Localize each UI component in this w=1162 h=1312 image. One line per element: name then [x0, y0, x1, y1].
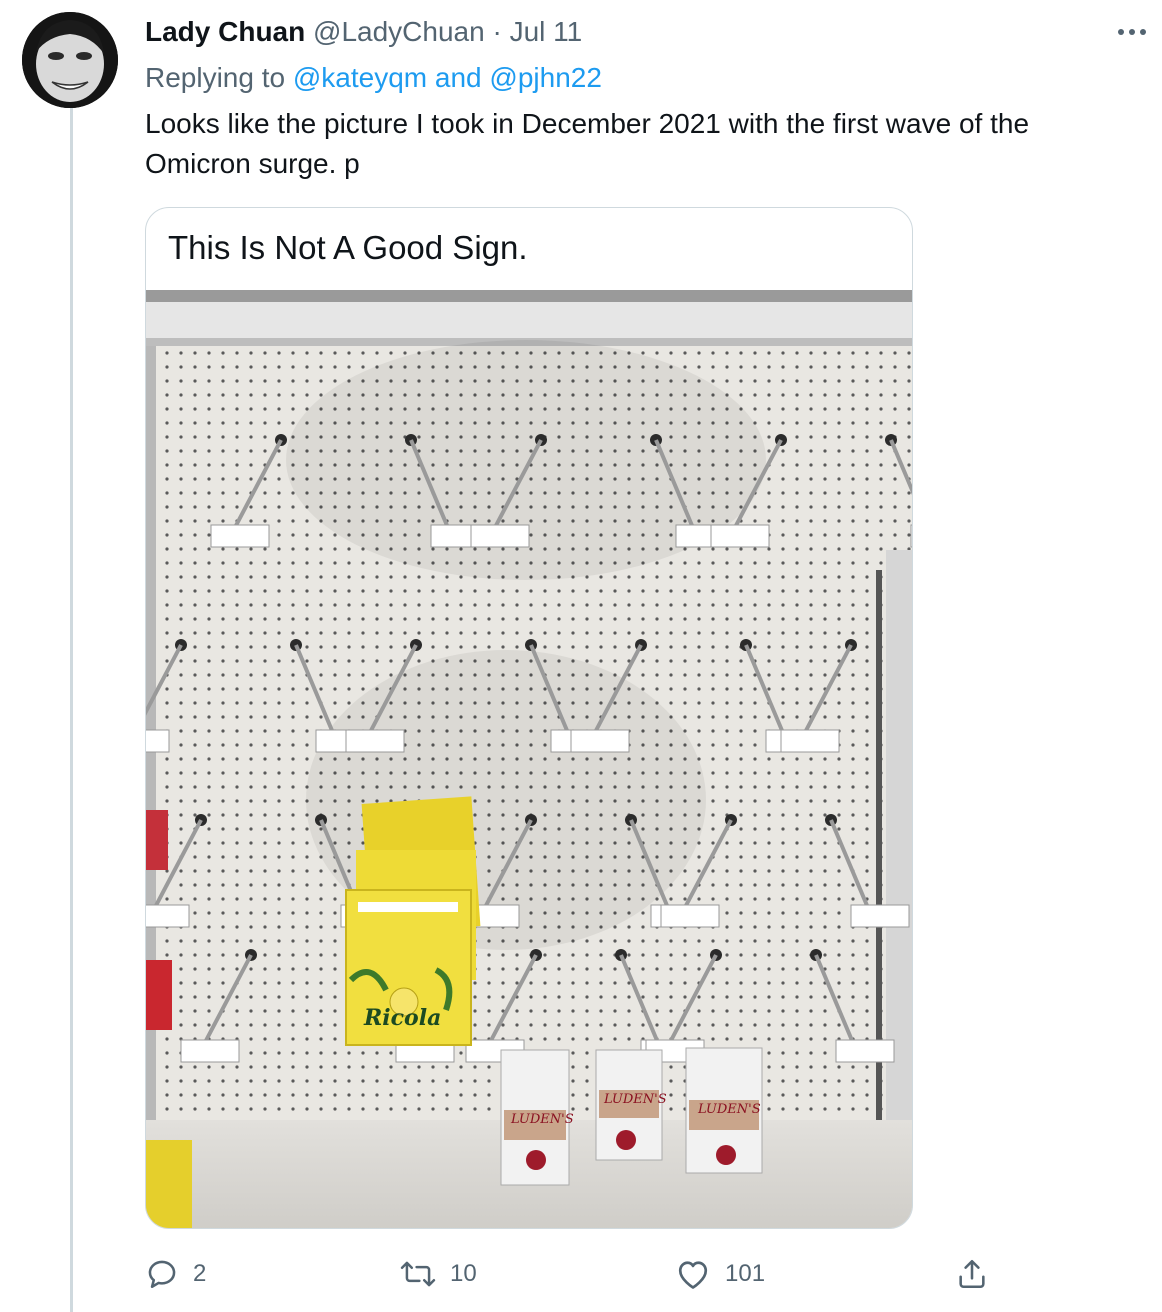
reply-count: 2: [193, 1260, 207, 1287]
reply-icon: [148, 1260, 176, 1289]
price-tag: [780, 729, 840, 753]
tweet-actions: 2 10 101: [145, 1252, 1005, 1296]
separator-dot: ·: [492, 16, 502, 47]
price-tag: [180, 1039, 240, 1063]
ludens-label: LUDEN'S: [511, 1112, 574, 1127]
share-icon: [959, 1259, 985, 1289]
heart-icon: [678, 1261, 708, 1289]
retweet-count: 10: [450, 1260, 477, 1287]
ricola-label: Ricola: [364, 1005, 442, 1031]
replying-prefix: Replying to: [145, 62, 286, 93]
like-button[interactable]: 101: [675, 1252, 765, 1296]
tweet-text: Looks like the picture I took in Decembe…: [145, 108, 1030, 179]
avatar-photo: [22, 12, 118, 108]
price-tag: [850, 904, 910, 928]
mention-link[interactable]: @kateyqm: [293, 62, 427, 93]
retweet-button[interactable]: 10: [400, 1252, 477, 1296]
price-tag: [835, 1039, 895, 1063]
like-count: 101: [725, 1260, 766, 1287]
author-handle[interactable]: @LadyChuan: [313, 16, 485, 47]
more-icon[interactable]: [1118, 26, 1152, 38]
store-shelf-photo[interactable]: Ricola LUDEN'S LUDEN'S LUDEN'S: [146, 290, 912, 1228]
card-title: This Is Not A Good Sign.: [168, 229, 528, 266]
quoted-media-card[interactable]: This Is Not A Good Sign. Ricola LUDEN'S …: [145, 207, 913, 1229]
thread-line: [70, 108, 73, 1312]
pegboard-image: [146, 290, 912, 1228]
price-tag: [710, 524, 770, 548]
tweet-date[interactable]: Jul 11: [510, 16, 583, 47]
avatar[interactable]: [22, 12, 118, 108]
replying-to: Replying to @kateyqm and @pjhn22: [145, 60, 602, 96]
replying-and: and: [434, 62, 482, 93]
price-tag: [470, 524, 530, 548]
share-button[interactable]: [955, 1252, 989, 1296]
price-tag: [146, 729, 170, 753]
price-tag: [210, 524, 270, 548]
mention-link[interactable]: @pjhn22: [489, 62, 602, 93]
retweet-icon: [400, 1261, 436, 1287]
author-name[interactable]: Lady Chuan: [145, 16, 305, 47]
reply-button[interactable]: 2: [145, 1252, 206, 1296]
price-tag: [570, 729, 630, 753]
ludens-label: LUDEN'S: [604, 1092, 667, 1107]
price-tag: [345, 729, 405, 753]
price-tag: [910, 524, 912, 548]
price-tag: [146, 904, 190, 928]
ludens-label: LUDEN'S: [698, 1102, 761, 1117]
price-tag: [660, 904, 720, 928]
tweet-header: Lady Chuan @LadyChuan · Jul 11: [145, 14, 582, 50]
